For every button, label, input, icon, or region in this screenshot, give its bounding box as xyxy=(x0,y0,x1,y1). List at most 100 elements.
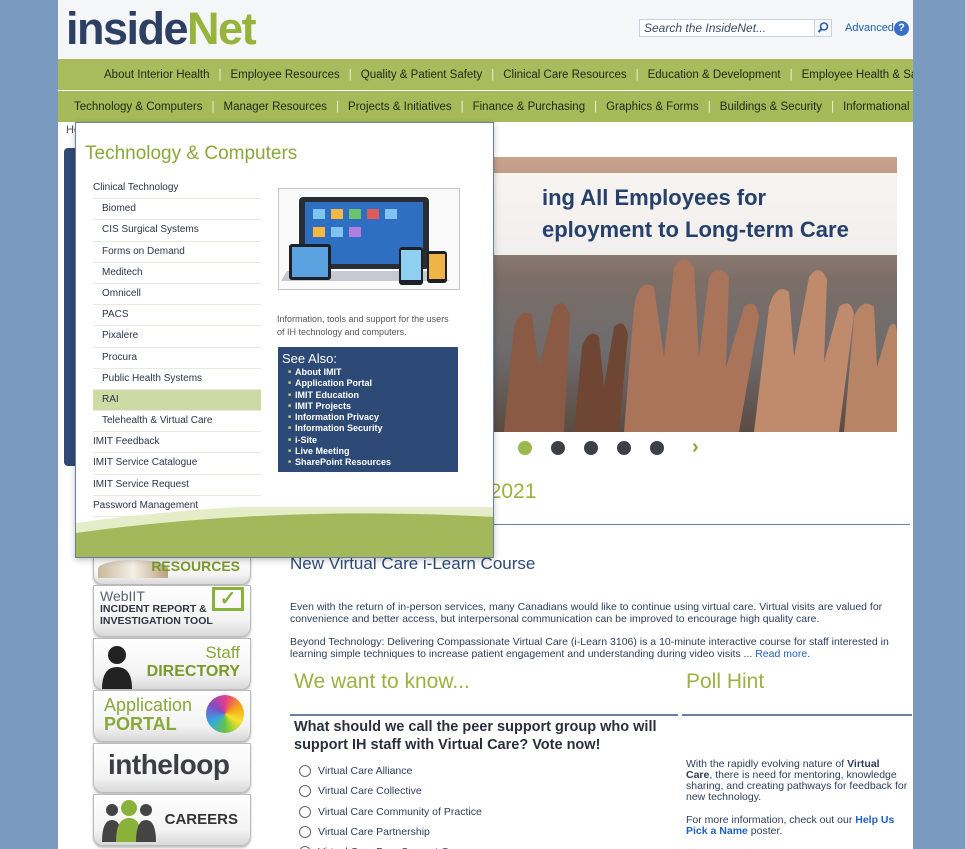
logo-text-net: Net xyxy=(187,3,257,54)
dropdown-link-pacs[interactable]: PACS xyxy=(93,305,261,327)
dropdown-link-rai[interactable]: RAI xyxy=(93,389,261,412)
insidenet-logo[interactable]: insideNet xyxy=(66,3,257,54)
nav-separator: | xyxy=(789,68,793,81)
hero-slide[interactable]: ing All Employees for eployment to Long-… xyxy=(494,157,897,432)
dropdown-link-clinical-technology[interactable]: Clinical Technology xyxy=(93,178,261,200)
dropdown-title: Technology & Computers xyxy=(85,143,298,164)
see-also-link[interactable]: Live Meeting xyxy=(288,446,391,457)
nav-item-manager-resources[interactable]: Manager Resources xyxy=(223,101,327,113)
nav-separator: | xyxy=(831,100,835,113)
see-also-link[interactable]: Information Security xyxy=(288,423,391,434)
poll-option[interactable]: Virtual Care Community of Practice xyxy=(299,802,482,822)
dropdown-link-imit-service-catalogue[interactable]: IMIT Service Catalogue xyxy=(93,453,261,475)
see-also-link[interactable]: IMIT Projects xyxy=(288,401,391,412)
dropdown-link-imit-service-request[interactable]: IMIT Service Request xyxy=(93,475,261,496)
dropdown-link-imit-feedback[interactable]: IMIT Feedback xyxy=(93,432,261,454)
nav-item-education-development[interactable]: Education & Development xyxy=(648,69,781,81)
technology-dropdown-menu: Technology & Computers Clinical Technolo… xyxy=(75,122,494,558)
see-also-link[interactable]: IMIT Education xyxy=(288,390,391,401)
search-input[interactable]: Search the InsideNet... xyxy=(639,19,831,37)
nav-separator: | xyxy=(491,68,495,81)
staff-directory-banner[interactable]: Staff DIRECTORY xyxy=(93,638,251,690)
slide-pager xyxy=(518,441,664,455)
nav-item-projects-initiatives[interactable]: Projects & Initiatives xyxy=(348,101,452,113)
see-also-box: See Also: About IMITApplication PortalIM… xyxy=(278,347,458,472)
divider xyxy=(682,714,912,716)
see-also-title: See Also: xyxy=(282,351,337,366)
radio-button[interactable] xyxy=(299,785,311,798)
poll-option-label: Virtual Care Alliance xyxy=(318,765,413,778)
dropdown-link-forms-on-demand[interactable]: Forms on Demand xyxy=(93,242,261,263)
nav-separator: | xyxy=(218,68,222,81)
nav-item-employee-resources[interactable]: Employee Resources xyxy=(230,69,339,81)
nav-item-clinical-care-resources[interactable]: Clinical Care Resources xyxy=(503,69,626,81)
poll-option[interactable]: Virtual Care Peer Support Group xyxy=(299,842,482,849)
nav-item-quality-patient-safety[interactable]: Quality & Patient Safety xyxy=(361,69,482,81)
slide-dot[interactable] xyxy=(584,441,598,455)
dropdown-link-biomed[interactable]: Biomed xyxy=(93,199,261,221)
slide-dot[interactable] xyxy=(650,441,664,455)
poll-hint-text: With the rapidly evolving nature of Virt… xyxy=(686,759,908,803)
nav-separator: | xyxy=(348,68,352,81)
radio-button[interactable] xyxy=(299,805,311,818)
dropdown-link-telehealth-virtual-care[interactable]: Telehealth & Virtual Care xyxy=(93,411,261,433)
nav-separator: | xyxy=(594,100,598,113)
checkmark-icon: ✓ xyxy=(212,587,244,611)
nav-item-employee-health-safety[interactable]: Employee Health & Safety xyxy=(802,69,913,81)
careers-banner[interactable]: CAREERS xyxy=(93,794,251,846)
resources-banner-label: RESOURCES xyxy=(151,558,240,574)
poll-hint-text-post: , there is need for mentoring, knowledge… xyxy=(686,769,908,803)
slide-dot[interactable] xyxy=(518,441,532,455)
nav-item-informational-resources[interactable]: Informational Resources xyxy=(843,101,913,113)
see-also-link[interactable]: Application Portal xyxy=(288,378,391,389)
staff-directory-label-2: DIRECTORY xyxy=(146,663,240,680)
nav-separator: | xyxy=(211,100,215,113)
application-portal-banner[interactable]: Application PORTAL xyxy=(93,690,251,742)
poll-hint-more-post: poster. xyxy=(747,825,783,837)
poll-option[interactable]: Virtual Care Collective xyxy=(299,781,482,801)
radio-button[interactable] xyxy=(299,826,311,839)
dropdown-link-omnicell[interactable]: Omnicell xyxy=(93,284,261,306)
dropdown-description: Information, tools and support for the u… xyxy=(277,314,449,337)
webiit-banner[interactable]: WebIIT INCIDENT REPORT & INVESTIGATION TO… xyxy=(93,585,251,637)
slide-dot[interactable] xyxy=(551,441,565,455)
dropdown-link-public-health-systems[interactable]: Public Health Systems xyxy=(93,369,261,390)
advanced-search-link[interactable]: Advanced xyxy=(845,22,894,34)
primary-nav: About Interior Health | Employee Resources… xyxy=(58,59,913,90)
nav-item-buildings-security[interactable]: Buildings & Security xyxy=(720,101,822,113)
nav-item-about-interior-health[interactable]: About Interior Health xyxy=(104,69,209,81)
nav-separator: | xyxy=(707,100,711,113)
nav-item-technology-computers[interactable]: Technology & Computers xyxy=(74,101,202,113)
dropdown-link-list: Clinical Technology Biomed CIS Surgical Sy… xyxy=(93,178,261,557)
see-also-link[interactable]: i-Site xyxy=(288,435,391,446)
nav-item-graphics-forms[interactable]: Graphics & Forms xyxy=(606,101,699,113)
person-icon xyxy=(102,646,132,689)
nav-separator: | xyxy=(460,100,464,113)
nav-separator: | xyxy=(336,100,340,113)
read-more-link[interactable]: Read more. xyxy=(755,648,810,660)
dropdown-link-cis-surgical-systems[interactable]: CIS Surgical Systems xyxy=(93,220,261,242)
see-also-link[interactable]: About IMIT xyxy=(288,367,391,378)
poll-option[interactable]: Virtual Care Alliance xyxy=(299,761,482,781)
decorative-wave xyxy=(76,507,493,557)
hero-headline-line1: ing All Employees for xyxy=(542,185,767,210)
slide-dot[interactable] xyxy=(617,441,631,455)
poll-option-label: Virtual Care Partnership xyxy=(318,826,430,839)
chevron-right-icon[interactable]: › xyxy=(692,436,699,459)
search-button[interactable] xyxy=(814,19,832,37)
help-icon[interactable]: ? xyxy=(894,21,909,36)
intheloop-label: intheloop xyxy=(108,749,230,780)
poll-question: What should we call the peer support gro… xyxy=(294,719,657,753)
intheloop-banner[interactable]: intheloop xyxy=(93,743,251,793)
people-icon xyxy=(102,800,156,842)
dropdown-link-pixalere[interactable]: Pixalere xyxy=(93,326,261,348)
poll-option[interactable]: Virtual Care Partnership xyxy=(299,822,482,842)
nav-item-finance-purchasing[interactable]: Finance & Purchasing xyxy=(473,101,586,113)
dropdown-link-procura[interactable]: Procura xyxy=(93,348,261,369)
poll-option-label: Virtual Care Collective xyxy=(318,785,422,798)
see-also-link[interactable]: SharePoint Resources xyxy=(288,457,391,468)
see-also-link[interactable]: Information Privacy xyxy=(288,412,391,423)
application-portal-label-1: Application xyxy=(104,695,193,715)
radio-button[interactable] xyxy=(299,765,311,778)
dropdown-link-meditech[interactable]: Meditech xyxy=(93,263,261,284)
